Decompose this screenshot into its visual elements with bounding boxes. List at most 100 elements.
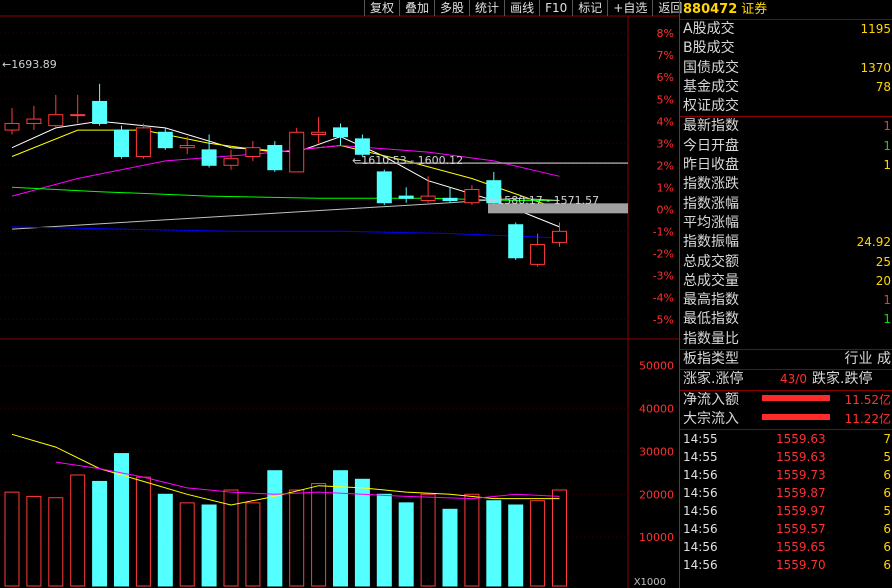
tick-row[interactable]: 14:56 1559.97 5 — [680, 502, 892, 520]
tick-row[interactable]: 14:56 1559.65 6 — [680, 538, 892, 556]
quote-label: 国债成交 — [683, 59, 739, 76]
candle-body — [442, 197, 458, 202]
candle-body — [508, 224, 524, 259]
price-tick-label: 7% — [657, 49, 674, 62]
quote-row: A股成交 1195 — [680, 20, 892, 39]
quote-label: 指数涨幅 — [683, 195, 739, 212]
toolbar-button[interactable]: 多股 — [434, 0, 469, 16]
quote-row: 昨日收盘 1 — [680, 156, 892, 175]
annotation-gap-upper: ←1610.53 - 1600.12 — [352, 154, 463, 167]
candle-body — [333, 127, 348, 138]
volume-bar — [70, 474, 86, 587]
price-tick-label: -1% — [653, 225, 674, 238]
candle-body — [530, 244, 546, 265]
volume-tick-label: 20000 — [639, 488, 674, 501]
quote-value: 1 — [883, 119, 891, 134]
price-tick-label: -4% — [653, 291, 674, 304]
up-label: 涨家.涨停 — [683, 371, 744, 388]
annotation-gap-lower: ←1580.17 - 1571.57 — [488, 194, 599, 207]
toolbar-button[interactable]: 画线 — [504, 0, 539, 16]
toolbar-button[interactable]: 标记 — [572, 0, 607, 16]
ma-line-ma20 — [11, 144, 560, 197]
ma-line-ma5 — [11, 120, 560, 228]
tick-time: 14:55 — [683, 450, 718, 465]
candle-body — [70, 114, 86, 117]
down-label: 跌家.跌停 — [812, 371, 873, 388]
tick-volume: 6 — [883, 486, 891, 501]
volume-bar — [245, 502, 261, 587]
toolbar-button[interactable]: 复权 — [364, 0, 399, 16]
quote-label: 最高指数 — [683, 292, 739, 309]
price-tick-label: 8% — [657, 27, 674, 40]
volume-bar — [135, 476, 151, 587]
toolbar: 复权 叠加 多股 统计 画线 F10 标记 +自选 返回 — [364, 0, 687, 16]
quote-value: 1195 — [860, 22, 891, 36]
quote-label: A股成交 — [683, 21, 735, 37]
quote-value: 1370 — [860, 60, 891, 75]
ma-line-ma250 — [11, 226, 560, 239]
quote-row: 指数涨跌 — [680, 175, 892, 194]
toolbar-button[interactable]: 叠加 — [399, 0, 434, 16]
toolbar-button[interactable]: 统计 — [469, 0, 504, 16]
candle-body — [311, 131, 327, 135]
quote-label: 基金成交 — [683, 78, 739, 95]
tick-row[interactable]: 14:56 1559.70 6 — [680, 556, 892, 574]
block-row: 大宗流入 11.22亿 — [680, 410, 892, 429]
quote-value: 1 — [883, 312, 891, 327]
candle-body — [376, 171, 392, 204]
tick-list[interactable]: 14:55 1559.63 7 14:55 1559.63 5 14:56 1559.73 6 1… — [680, 429, 892, 574]
block-bar — [762, 413, 830, 420]
tick-price: 1559.63 — [776, 432, 826, 447]
quote-label: 指数振幅 — [683, 234, 739, 251]
volume-bar — [530, 500, 546, 587]
tick-row[interactable]: 14:55 1559.63 5 — [680, 448, 892, 466]
quote-row: 基金成交 78 — [680, 78, 892, 97]
volume-bar — [552, 489, 567, 587]
quote-label: 今日开盘 — [683, 137, 739, 154]
tick-volume: 5 — [883, 504, 891, 519]
toolbar-button[interactable]: F10 — [539, 0, 572, 16]
sector-row: 板指类型 行业 成 — [680, 350, 892, 369]
candle-body — [4, 122, 20, 131]
tick-price: 1559.70 — [776, 558, 826, 573]
candle-body — [223, 158, 239, 166]
tick-row[interactable]: 14:55 1559.63 7 — [680, 430, 892, 448]
candle-body — [267, 144, 283, 171]
volume-tick-label: 40000 — [639, 403, 674, 416]
candle-body — [26, 118, 42, 124]
tick-row[interactable]: 14:56 1559.87 6 — [680, 484, 892, 502]
sector-value: 行业 成 — [844, 351, 891, 368]
tick-volume: 6 — [883, 558, 891, 573]
candle-body — [245, 147, 261, 157]
quote-label: 总成交量 — [683, 272, 739, 289]
quote-row: 最高指数 1 — [680, 291, 892, 310]
volume-bar — [48, 497, 64, 587]
tick-time: 14:56 — [683, 486, 718, 501]
block-value: 11.22亿 — [844, 411, 891, 426]
quote-value: 78 — [875, 79, 891, 94]
quote-label: 总成交额 — [683, 253, 739, 270]
price-axis: 8% 7% 6% 5% 4% 3% 2% 1% 0% -1% -2% -3% -4% -5% — [653, 27, 674, 326]
tick-row[interactable]: 14:56 1559.57 6 — [680, 520, 892, 538]
price-tick-label: -3% — [653, 269, 674, 282]
inflow-value: 11.52亿 — [844, 392, 891, 407]
quote-row: 总成交额 25 — [680, 253, 892, 272]
candle-body — [92, 100, 108, 124]
quote-value: 24.92 — [856, 235, 891, 250]
quote-row: 权证成交 — [680, 97, 892, 116]
quote-label: 平均涨幅 — [683, 214, 739, 231]
volume-tick-label: 30000 — [639, 445, 674, 458]
toolbar-button[interactable]: +自选 — [607, 0, 652, 16]
updown-row: 涨家.涨停 43/0 跌家.跌停 — [680, 370, 892, 389]
volume-bar — [486, 500, 502, 587]
tick-volume: 6 — [883, 540, 891, 555]
volume-bar — [179, 502, 195, 587]
tick-row[interactable]: 14:56 1559.73 6 — [680, 466, 892, 484]
candle-body — [201, 149, 217, 166]
quote-label: 最新指数 — [683, 118, 739, 135]
volume-bar — [92, 480, 108, 587]
quote-value: 1 — [883, 158, 891, 173]
quote-row: B股成交 — [680, 39, 892, 58]
kline-chart[interactable]: ←1693.89 ←1610.53 - 1600.12 ←1580.17 - 157… — [0, 0, 679, 588]
volume-bar — [157, 493, 173, 587]
